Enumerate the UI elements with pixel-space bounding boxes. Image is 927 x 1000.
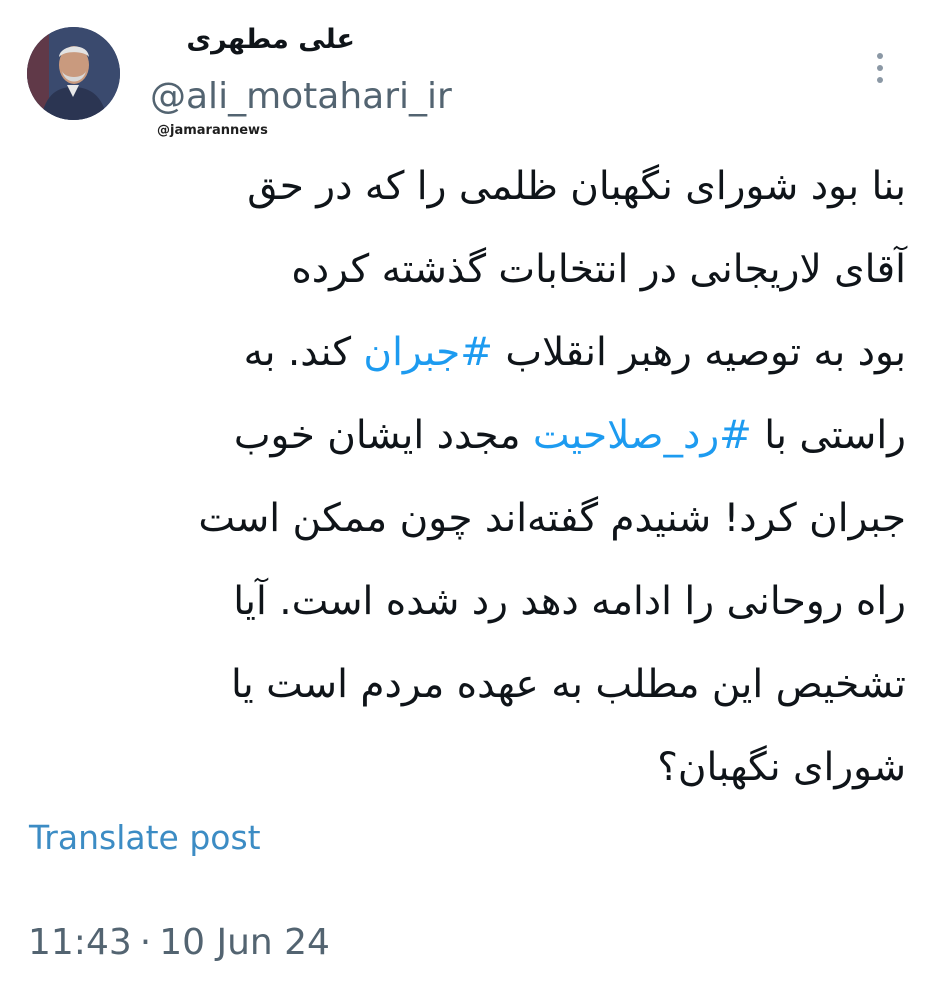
tweet-line: تشخیص این مطلب به عهده مردم است یا (28, 643, 906, 726)
tweet-line: جبران کرد! شنیدم گفته‌اند چون ممکن است (28, 477, 906, 560)
post-time: 11:43 (28, 922, 132, 963)
tweet-text-segment: بود به توصیه رهبر انقلاب (492, 330, 906, 375)
display-name[interactable]: علی مطهری (155, 18, 355, 62)
tweet-line: راستی با #رد_صلاحیت مجدد ایشان خوب (28, 394, 906, 477)
tweet-line: راه روحانی را ادامه دهد رد شده است. آیا (28, 560, 906, 643)
tweet-text: بنا بود شورای نگهبان ظلمی را که در حق آق… (28, 145, 906, 809)
tweet-text-segment: جبران کرد! شنیدم گفته‌اند چون ممکن است (198, 496, 906, 541)
avatar[interactable] (27, 27, 120, 120)
user-handle[interactable]: @ali_motahari_ir (150, 74, 452, 120)
tweet-text-segment: راه روحانی را ادامه دهد رد شده است. آیا (233, 579, 906, 624)
tweet-text-segment: کند. به (243, 330, 364, 375)
more-options-button[interactable] (868, 50, 892, 86)
tweet-text-segment: بنا بود شورای نگهبان ظلمی را که در حق (247, 164, 906, 209)
post-timestamp[interactable]: 11:43 · 10 Jun 24 (28, 918, 330, 968)
tweet-text-segment: آقای لاریجانی در انتخابات گذشته کرده (291, 247, 906, 292)
hashtag-link[interactable]: #جبران (363, 330, 493, 375)
tweet-line: بود به توصیه رهبر انقلاب #جبران کند. به (28, 311, 906, 394)
post-date: 10 Jun 24 (159, 922, 330, 963)
more-vertical-icon (877, 53, 883, 83)
tweet-line: بنا بود شورای نگهبان ظلمی را که در حق (28, 145, 906, 228)
translate-post-link[interactable]: Translate post (29, 815, 261, 861)
tweet-text-segment: شورای نگهبان؟ (657, 745, 906, 790)
tweet-text-segment: راستی با (751, 413, 906, 458)
tweet-text-segment: مجدد ایشان خوب (233, 413, 533, 458)
hashtag-link[interactable]: #رد_صلاحیت (533, 413, 752, 458)
user-portrait-icon (27, 27, 120, 120)
tweet-text-segment: تشخیص این مطلب به عهده مردم است یا (231, 662, 906, 707)
watermark-text: @jamarannews (157, 123, 268, 138)
tweet-line: آقای لاریجانی در انتخابات گذشته کرده (28, 228, 906, 311)
tweet-line: شورای نگهبان؟ (28, 726, 906, 809)
post-card: علی مطهری @ali_motahari_ir @jamarannews … (0, 0, 927, 1000)
meta-separator: · (139, 922, 152, 963)
